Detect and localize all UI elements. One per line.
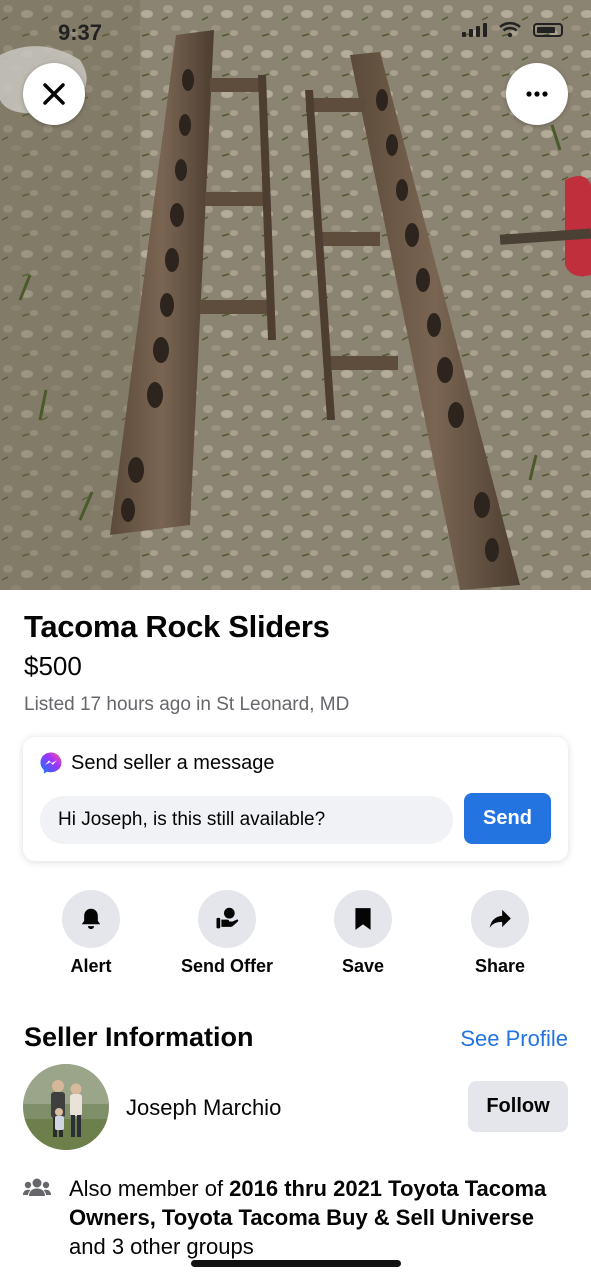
- close-button[interactable]: [23, 63, 85, 125]
- message-input[interactable]: Hi Joseph, is this still available?: [40, 796, 453, 844]
- close-icon: [43, 83, 65, 105]
- action-row: Alert Send Offer Save Share: [0, 890, 591, 980]
- message-card-header: Send seller a message: [39, 751, 274, 775]
- listing-photo[interactable]: 9:37: [0, 0, 591, 590]
- more-icon: [526, 91, 548, 97]
- bell-icon: [81, 908, 101, 930]
- more-options-button[interactable]: [506, 63, 568, 125]
- groups-prefix: Also member of: [69, 1176, 230, 1201]
- listing-meta: Listed 17 hours ago in St Leonard, MD: [24, 694, 350, 715]
- share-label: Share: [474, 956, 526, 976]
- status-time: 9:37: [58, 20, 103, 45]
- see-profile-link[interactable]: See Profile: [460, 1026, 568, 1052]
- status-bar: 9:37: [0, 0, 591, 60]
- seller-section-title: Seller Information: [24, 1022, 254, 1052]
- share-button[interactable]: Share: [435, 890, 565, 977]
- seller-avatar[interactable]: [23, 1064, 109, 1150]
- seller-avatar-image: [23, 1064, 109, 1150]
- listing-price: $500: [24, 651, 82, 681]
- listing-photo-image: [0, 0, 591, 590]
- alert-label: Alert: [70, 956, 112, 976]
- message-seller-card: Send seller a message Hi Joseph, is this…: [23, 737, 568, 861]
- share-icon: [489, 909, 511, 928]
- alert-icon-circle: [62, 890, 120, 948]
- follow-button[interactable]: Follow: [468, 1081, 568, 1132]
- groups-text: Also member of 2016 thru 2021 Toyota Tac…: [69, 1174, 569, 1261]
- alert-button[interactable]: Alert: [26, 890, 156, 977]
- groups-and: and: [69, 1234, 112, 1259]
- save-icon-circle: [334, 890, 392, 948]
- bookmark-icon: [355, 908, 371, 930]
- home-indicator[interactable]: [191, 1260, 401, 1267]
- offer-icon: [216, 907, 239, 929]
- save-button[interactable]: Save: [298, 890, 428, 977]
- signal-icon: [462, 23, 487, 37]
- send-offer-label: Send Offer: [180, 956, 273, 976]
- send-offer-icon-circle: [198, 890, 256, 948]
- status-icons: [462, 22, 563, 38]
- share-icon-circle: [471, 890, 529, 948]
- other-groups-link[interactable]: 3 other groups: [112, 1234, 254, 1259]
- send-button[interactable]: Send: [464, 793, 551, 844]
- wifi-icon: [499, 22, 521, 38]
- save-label: Save: [341, 956, 385, 976]
- battery-icon: [533, 23, 563, 37]
- messenger-icon: [40, 752, 62, 774]
- groups-icon: [23, 1178, 51, 1196]
- listing-title: Tacoma Rock Sliders: [24, 609, 330, 644]
- message-card-title: Send seller a message: [71, 751, 275, 774]
- seller-name[interactable]: Joseph Marchio: [126, 1095, 281, 1121]
- send-offer-button[interactable]: Send Offer: [162, 890, 292, 977]
